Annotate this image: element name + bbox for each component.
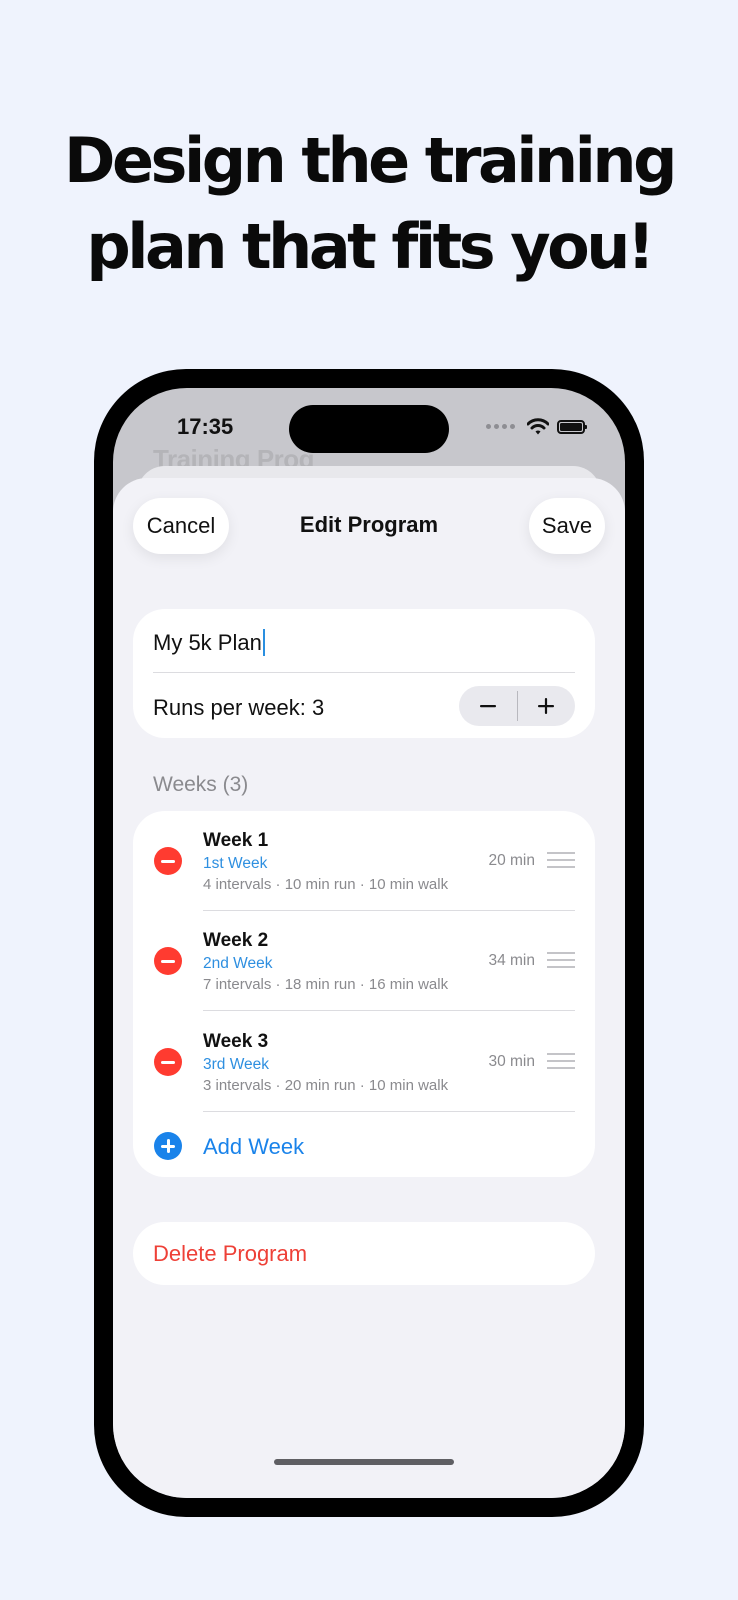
- reorder-handle-icon[interactable]: [547, 852, 575, 868]
- phone-frame: Training Prog 17:35 Cancel Edit Program …: [94, 369, 644, 1517]
- delete-program-button[interactable]: Delete Program: [133, 1222, 595, 1285]
- week-details: 4 intervals · 10 min run · 10 min walk: [203, 876, 449, 893]
- week-details: 7 intervals · 18 min run · 16 min walk: [203, 976, 449, 993]
- battery-icon: [557, 419, 587, 434]
- decrement-button[interactable]: [459, 686, 517, 726]
- week-row[interactable]: Week 3 3rd Week 3 intervals · 20 min run…: [133, 1012, 595, 1112]
- week-title: Week 3: [203, 1031, 269, 1052]
- edit-program-sheet: Cancel Edit Program Save My 5k Plan Runs…: [113, 478, 625, 1498]
- program-name-value: My 5k Plan: [153, 629, 262, 655]
- add-week-button[interactable]: Add Week: [133, 1113, 595, 1177]
- status-time: 17:35: [177, 414, 234, 439]
- program-details-card: My 5k Plan Runs per week: 3: [133, 609, 595, 738]
- week-subtitle: 2nd Week: [203, 955, 273, 972]
- week-duration: 30 min: [488, 1053, 535, 1070]
- increment-button[interactable]: [518, 686, 576, 726]
- reorder-handle-icon[interactable]: [547, 1053, 575, 1069]
- weeks-section-header: Weeks (3): [153, 773, 249, 796]
- headline-line-1: Design the training: [64, 124, 677, 197]
- weeks-card: Week 1 1st Week 4 intervals · 10 min run…: [133, 811, 595, 1177]
- week-subtitle: 3rd Week: [203, 1056, 270, 1073]
- runs-per-week-stepper[interactable]: [459, 686, 575, 726]
- remove-week-icon[interactable]: [154, 1048, 182, 1076]
- wifi-icon: [527, 418, 549, 435]
- add-circle-icon: [154, 1132, 182, 1160]
- status-icons: [486, 418, 587, 435]
- runs-per-week-label: Runs per week: 3: [153, 695, 325, 720]
- week-row[interactable]: Week 2 2nd Week 7 intervals · 18 min run…: [133, 911, 595, 1011]
- week-subtitle: 1st Week: [203, 855, 268, 872]
- home-indicator[interactable]: [274, 1459, 454, 1465]
- week-duration: 34 min: [488, 952, 535, 969]
- add-week-label: Add Week: [203, 1134, 305, 1159]
- week-row[interactable]: Week 1 1st Week 4 intervals · 10 min run…: [133, 811, 595, 911]
- headline: Design the training plan that fits you!: [0, 118, 738, 290]
- reorder-handle-icon[interactable]: [547, 952, 575, 968]
- phone-screen: Training Prog 17:35 Cancel Edit Program …: [113, 388, 625, 1498]
- week-title: Week 2: [203, 930, 269, 951]
- row-divider: [203, 1010, 575, 1011]
- row-divider: [203, 1111, 575, 1112]
- week-duration: 20 min: [488, 852, 535, 869]
- week-title: Week 1: [203, 830, 269, 851]
- signal-dots-icon: [486, 424, 515, 429]
- program-name-field[interactable]: My 5k Plan: [153, 629, 265, 656]
- text-cursor: [262, 629, 265, 656]
- headline-line-2: plan that fits you!: [86, 210, 655, 283]
- remove-week-icon[interactable]: [154, 847, 182, 875]
- save-button[interactable]: Save: [529, 498, 605, 554]
- plus-icon: [538, 698, 555, 714]
- minus-icon: [479, 705, 496, 708]
- week-details: 3 intervals · 20 min run · 10 min walk: [203, 1077, 449, 1094]
- remove-week-icon[interactable]: [154, 947, 182, 975]
- divider: [153, 672, 575, 673]
- delete-program-label: Delete Program: [153, 1241, 308, 1266]
- dynamic-island: [289, 405, 449, 453]
